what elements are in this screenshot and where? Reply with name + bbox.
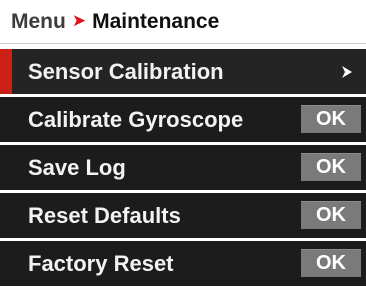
- breadcrumb-separator-icon: ➤: [71, 10, 87, 30]
- reset-defaults-ok-button[interactable]: OK: [301, 201, 361, 229]
- factory-reset-ok-button[interactable]: OK: [301, 249, 361, 277]
- menu-item-label: Save Log: [28, 154, 126, 180]
- page-title: Maintenance: [92, 9, 220, 33]
- breadcrumb-root[interactable]: Menu: [11, 10, 66, 34]
- maintenance-menu: Sensor Calibration Calibrate Gyroscope O…: [0, 49, 366, 289]
- breadcrumb: Menu ➤ Maintenance: [0, 0, 366, 44]
- menu-item-label: Sensor Calibration: [28, 58, 224, 84]
- selection-marker: [0, 49, 12, 94]
- menu-item-sensor-calibration[interactable]: Sensor Calibration: [0, 49, 366, 94]
- save-log-ok-button[interactable]: OK: [301, 153, 361, 181]
- menu-item-reset-defaults: Reset Defaults OK: [0, 193, 366, 238]
- menu-item-label: Calibrate Gyroscope: [28, 106, 244, 132]
- menu-item-calibrate-gyroscope: Calibrate Gyroscope OK: [0, 97, 366, 142]
- chevron-right-icon: [342, 65, 352, 78]
- menu-item-factory-reset: Factory Reset OK: [0, 241, 366, 286]
- maintenance-screen: Menu ➤ Maintenance Sensor Calibration Ca…: [0, 0, 366, 286]
- menu-item-label: Reset Defaults: [28, 202, 181, 228]
- menu-item-save-log: Save Log OK: [0, 145, 366, 190]
- calibrate-gyroscope-ok-button[interactable]: OK: [301, 105, 361, 133]
- menu-item-label: Factory Reset: [28, 250, 174, 276]
